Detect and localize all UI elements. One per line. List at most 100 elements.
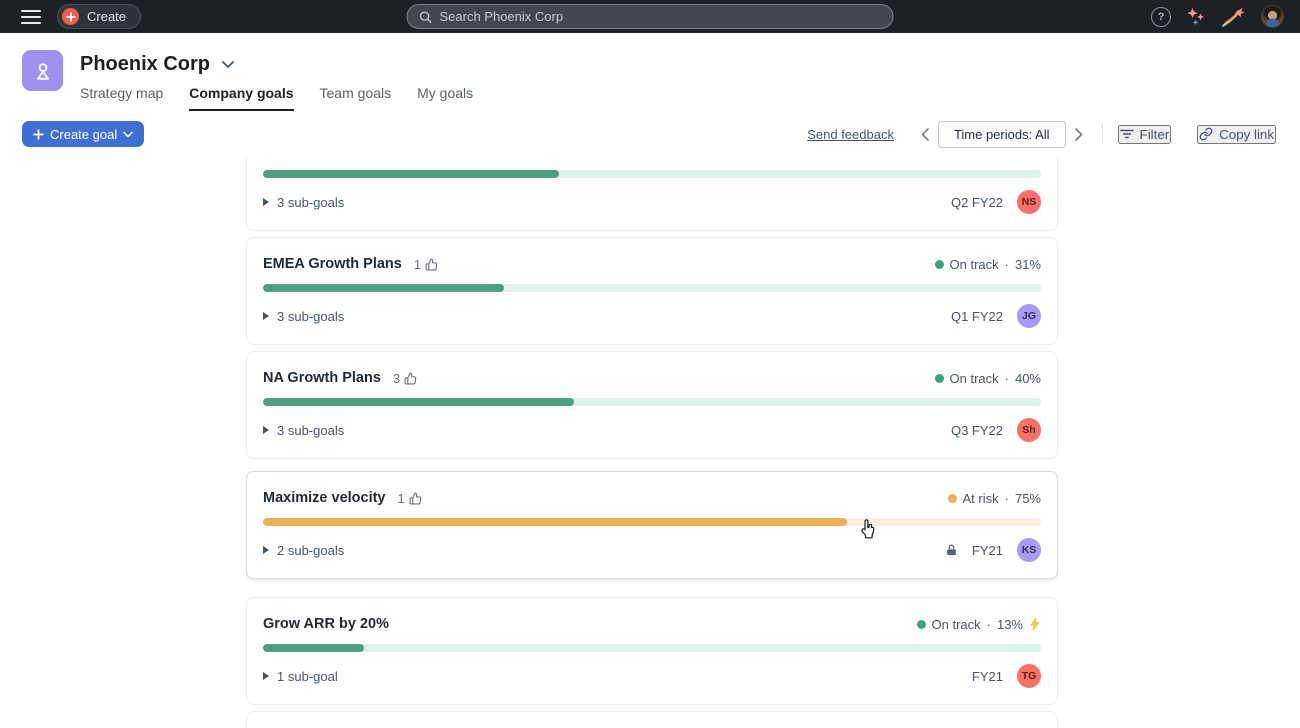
goal-votes-button[interactable]: 1 [398, 491, 422, 506]
status-separator: · [1005, 257, 1009, 272]
goal-status: At risk · 75% [948, 491, 1042, 506]
goal-title[interactable]: EMEA Growth Plans [263, 256, 402, 272]
status-percent: 31% [1015, 257, 1041, 272]
goal-owner-avatar[interactable]: JG [1017, 304, 1041, 328]
workspace-icon [22, 50, 63, 91]
goal-card[interactable]: EMEA Growth Plans 1 On track · 31% [246, 237, 1058, 345]
status-label: On track [950, 371, 999, 386]
expand-subgoals-button[interactable]: 2 sub-goals [263, 543, 344, 558]
create-goal-button[interactable]: Create goal [22, 121, 144, 147]
goal-title[interactable]: Maximize velocity [263, 490, 386, 506]
status-separator: · [1005, 371, 1009, 386]
goal-owner-avatar[interactable]: KS [1017, 538, 1041, 562]
send-feedback-link[interactable]: Send feedback [807, 127, 894, 142]
copy-link-label: Copy link [1219, 127, 1274, 142]
filter-label: Filter [1140, 127, 1170, 142]
ai-sparkle-icon[interactable] [1185, 7, 1207, 27]
goal-period: FY21 [972, 669, 1003, 684]
search-input[interactable] [440, 9, 882, 24]
create-button[interactable]: Create [57, 4, 141, 29]
tab-my-goals[interactable]: My goals [417, 85, 473, 111]
progress-fill [263, 170, 559, 178]
goal-title[interactable]: NA Growth Plans [263, 370, 381, 386]
status-dot [917, 620, 926, 629]
goal-period: FY21 [972, 543, 1003, 558]
expand-subgoals-button[interactable]: 3 sub-goals [263, 309, 344, 324]
goal-card[interactable]: NA Growth Plans 3 On track · 40% [246, 351, 1058, 459]
previous-period-button[interactable] [912, 128, 938, 141]
thumbs-up-icon [409, 492, 422, 505]
progress-bar [263, 398, 1041, 406]
top-navbar: Create ? [0, 0, 1300, 33]
goal-owner-avatar[interactable]: NS [1017, 190, 1041, 214]
goal-card[interactable]: Grow ARR by 20% On track · 13% [246, 597, 1058, 705]
status-label: On track [932, 617, 981, 632]
votes-count: 1 [414, 257, 421, 272]
goal-period: Q2 FY22 [951, 195, 1003, 210]
progress-bar [263, 518, 1041, 526]
goal-owner-avatar[interactable]: Sh [1017, 418, 1041, 442]
create-button-label: Create [87, 9, 126, 24]
expand-subgoals-button[interactable]: 3 sub-goals [263, 195, 344, 210]
progress-bar [263, 284, 1041, 292]
goal-title[interactable]: Grow ARR by 20% [263, 616, 389, 632]
status-percent: 75% [1015, 491, 1041, 506]
tab-team-goals[interactable]: Team goals [320, 85, 392, 111]
lock-icon [945, 543, 958, 557]
create-goal-label: Create goal [50, 127, 117, 142]
tab-strategy-map[interactable]: Strategy map [80, 85, 163, 111]
time-periods-dropdown[interactable]: Time periods: All [938, 121, 1066, 148]
chevron-right-icon [263, 198, 269, 206]
progress-fill [263, 518, 847, 526]
progress-bar [263, 644, 1041, 652]
expand-subgoals-button[interactable]: 1 sub-goal [263, 669, 338, 684]
goal-votes-button[interactable]: 3 [393, 371, 417, 386]
goal-status: On track · 31% [935, 257, 1042, 272]
next-period-button[interactable] [1066, 128, 1092, 141]
goal-card[interactable]: · [246, 711, 1058, 727]
goal-owner-avatar[interactable]: TG [1017, 664, 1041, 688]
thumbs-up-icon [404, 372, 417, 385]
subgoals-label: 3 sub-goals [277, 423, 344, 438]
tab-bar: Strategy map Company goals Team goals My go… [80, 85, 473, 111]
status-separator: · [987, 617, 991, 632]
status-label: At risk [963, 491, 999, 506]
divider [1102, 124, 1103, 144]
copy-link-button[interactable]: Copy link [1197, 125, 1276, 144]
progress-fill [263, 284, 504, 292]
help-icon[interactable]: ? [1151, 7, 1171, 27]
goal-card[interactable]: Maximize velocity 1 At risk · 75% [246, 471, 1058, 579]
chevron-right-icon [263, 426, 269, 434]
filter-icon [1120, 128, 1134, 140]
thumbs-up-icon [425, 258, 438, 271]
goal-period: Q1 FY22 [951, 309, 1003, 324]
filter-button[interactable]: Filter [1118, 125, 1172, 144]
hamburger-menu-icon[interactable] [21, 10, 41, 24]
status-dot [935, 260, 944, 269]
tab-company-goals[interactable]: Company goals [189, 85, 293, 111]
chevron-down-icon[interactable] [221, 60, 235, 69]
subgoals-label: 3 sub-goals [277, 309, 344, 324]
goal-status: On track · 40% [935, 371, 1042, 386]
goal-card[interactable]: · 3 sub-goals Q2 FY22 NS [246, 157, 1058, 231]
votes-count: 1 [398, 491, 405, 506]
expand-subgoals-button[interactable]: 3 sub-goals [263, 423, 344, 438]
global-search[interactable] [407, 4, 894, 29]
toolbar: Create goal Send feedback Time periods: … [0, 121, 1300, 147]
page-header: Phoenix Corp Strategy map Company goals Te… [0, 33, 1300, 111]
phoenix-mascot-icon[interactable] [1221, 6, 1247, 28]
goal-period: Q3 FY22 [951, 423, 1003, 438]
subgoals-label: 3 sub-goals [277, 195, 344, 210]
votes-count: 3 [393, 371, 400, 386]
search-icon [419, 10, 433, 24]
goal-votes-button[interactable]: 1 [414, 257, 438, 272]
goal-status: On track · 13% [917, 617, 1042, 632]
user-avatar[interactable] [1261, 5, 1284, 28]
status-percent: 13% [997, 617, 1023, 632]
plus-icon [33, 129, 44, 140]
page-title: Phoenix Corp [80, 53, 210, 76]
status-label: On track [950, 257, 999, 272]
status-dot [948, 494, 957, 503]
progress-fill [263, 398, 574, 406]
progress-bar [263, 170, 1041, 178]
